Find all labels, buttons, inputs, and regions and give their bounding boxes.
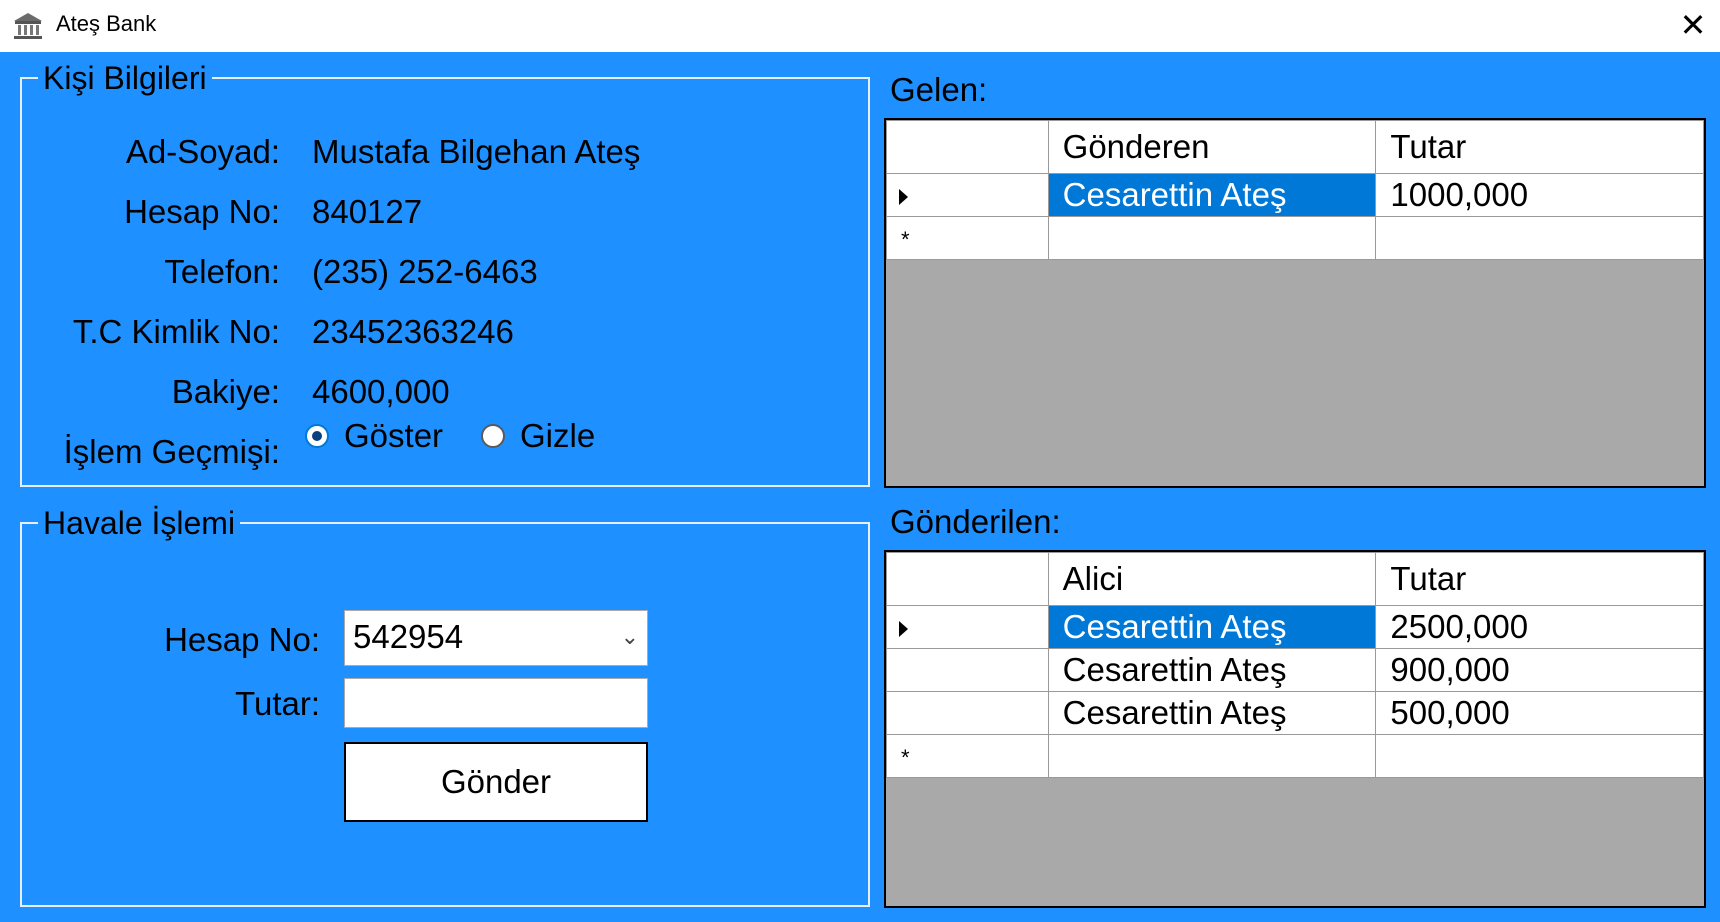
gelen-table: Gönderen Tutar Cesarettin Ateş 1000,000 … bbox=[886, 120, 1704, 260]
row-header[interactable]: * bbox=[886, 216, 1049, 260]
telefon-label: Telefon: bbox=[164, 253, 280, 290]
gonderilen-corner-header[interactable] bbox=[886, 552, 1049, 606]
row-header[interactable] bbox=[886, 605, 1049, 649]
gonderilen-grid[interactable]: Alici Tutar Cesarettin Ateş 2500,000 Ces… bbox=[884, 550, 1706, 908]
gizle-label[interactable]: Gizle bbox=[520, 418, 595, 454]
table-cell[interactable]: Cesarettin Ateş bbox=[1047, 173, 1377, 217]
table-row[interactable]: Cesarettin Ateş 500,000 bbox=[886, 691, 1704, 735]
bakiye-value: 4600,000 bbox=[312, 373, 450, 410]
islem-gecmisi-label: İşlem Geçmişi: bbox=[63, 433, 280, 470]
hesap-no-selected: 542954 bbox=[353, 618, 464, 655]
table-cell[interactable] bbox=[1375, 734, 1704, 778]
gizle-radio[interactable] bbox=[481, 424, 505, 448]
chevron-down-icon[interactable]: ⌄ bbox=[621, 611, 639, 663]
table-cell[interactable]: 900,000 bbox=[1375, 648, 1704, 692]
gonderilen-col-tutar[interactable]: Tutar bbox=[1375, 552, 1704, 606]
row-header[interactable] bbox=[886, 173, 1049, 217]
gonderilen-label: Gönderilen: bbox=[890, 503, 1061, 540]
new-row-star-icon: * bbox=[901, 227, 910, 253]
table-cell[interactable]: Cesarettin Ateş bbox=[1047, 605, 1377, 649]
window-title: Ateş Bank bbox=[56, 11, 157, 36]
telefon-value: (235) 252-6463 bbox=[312, 253, 538, 290]
table-cell[interactable]: 500,000 bbox=[1375, 691, 1704, 735]
havale-islemi-legend: Havale İşlemi bbox=[38, 507, 241, 539]
table-cell[interactable] bbox=[1375, 216, 1704, 260]
goster-label[interactable]: Göster bbox=[344, 418, 443, 454]
table-cell[interactable]: Cesarettin Ateş bbox=[1047, 648, 1377, 692]
kisi-bilgileri-legend: Kişi Bilgileri bbox=[38, 62, 212, 94]
ad-soyad-value: Mustafa Bilgehan Ateş bbox=[312, 133, 641, 170]
havale-hesap-no-label: Hesap No: bbox=[164, 621, 320, 658]
goster-radio[interactable] bbox=[305, 424, 329, 448]
new-row[interactable]: * bbox=[886, 216, 1704, 260]
hesap-no-combobox[interactable]: 542954 ⌄ bbox=[344, 610, 648, 666]
table-cell[interactable] bbox=[1047, 734, 1377, 778]
table-row[interactable]: Cesarettin Ateş 1000,000 bbox=[886, 173, 1704, 217]
tc-kimlik-label: T.C Kimlik No: bbox=[72, 313, 280, 350]
current-row-arrow-icon bbox=[899, 189, 908, 206]
gelen-header-row: Gönderen Tutar bbox=[886, 120, 1704, 174]
bank-icon bbox=[14, 13, 42, 39]
gonder-button[interactable]: Gönder bbox=[344, 742, 648, 822]
title-bar: Ateş Bank ✕ bbox=[0, 0, 1720, 52]
row-header[interactable] bbox=[886, 691, 1049, 735]
row-header[interactable] bbox=[886, 648, 1049, 692]
gelen-col-tutar[interactable]: Tutar bbox=[1375, 120, 1704, 174]
new-row-star-icon: * bbox=[901, 745, 910, 771]
row-header[interactable]: * bbox=[886, 734, 1049, 778]
table-cell[interactable]: 2500,000 bbox=[1375, 605, 1704, 649]
gelen-col-gonderen[interactable]: Gönderen bbox=[1047, 120, 1377, 174]
ad-soyad-label: Ad-Soyad: bbox=[125, 133, 280, 170]
current-row-arrow-icon bbox=[899, 621, 908, 638]
gelen-grid[interactable]: Gönderen Tutar Cesarettin Ateş 1000,000 … bbox=[884, 118, 1706, 488]
gonderilen-header-row: Alici Tutar bbox=[886, 552, 1704, 606]
bakiye-label: Bakiye: bbox=[171, 373, 280, 410]
gelen-corner-header[interactable] bbox=[886, 120, 1049, 174]
tutar-label: Tutar: bbox=[235, 685, 320, 722]
main-client-area: Kişi Bilgileri Ad-Soyad: Mustafa Bilgeha… bbox=[0, 52, 1720, 922]
gonderilen-col-alici[interactable]: Alici bbox=[1047, 552, 1377, 606]
table-row[interactable]: Cesarettin Ateş 2500,000 bbox=[886, 605, 1704, 649]
gelen-label: Gelen: bbox=[890, 71, 988, 108]
new-row[interactable]: * bbox=[886, 734, 1704, 778]
close-icon[interactable]: ✕ bbox=[1670, 4, 1716, 46]
table-cell[interactable] bbox=[1047, 216, 1377, 260]
tutar-input[interactable] bbox=[344, 678, 648, 728]
table-cell[interactable]: Cesarettin Ateş bbox=[1047, 691, 1377, 735]
hesap-no-label: Hesap No: bbox=[124, 193, 280, 230]
table-row[interactable]: Cesarettin Ateş 900,000 bbox=[886, 648, 1704, 692]
tc-kimlik-value: 23452363246 bbox=[312, 313, 514, 350]
gonderilen-table: Alici Tutar Cesarettin Ateş 2500,000 Ces… bbox=[886, 552, 1704, 778]
hesap-no-value: 840127 bbox=[312, 193, 423, 230]
table-cell[interactable]: 1000,000 bbox=[1375, 173, 1704, 217]
